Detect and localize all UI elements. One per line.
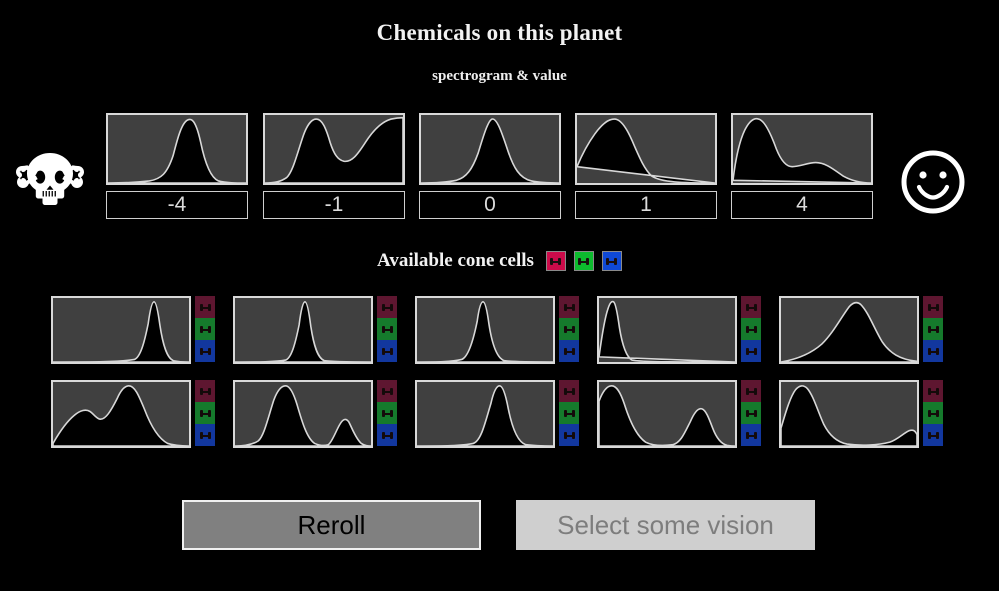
blue-toggle[interactable]: [923, 340, 943, 362]
chemical-cell: -4: [106, 113, 248, 219]
chemical-value: 0: [419, 191, 561, 219]
blue-toggle[interactable]: [559, 340, 579, 362]
chemical-spectrogram: [419, 113, 561, 185]
cone-cell[interactable]: [597, 380, 761, 448]
page-title: Chemicals on this planet: [376, 20, 623, 45]
reroll-button[interactable]: Reroll: [182, 500, 481, 550]
cone-cell[interactable]: [51, 380, 215, 448]
cone-cell-rgb-toggles: [923, 380, 943, 448]
cone-cell-rgb-toggles: [559, 380, 579, 448]
cone-cell[interactable]: [51, 296, 215, 364]
chemical-value: 4: [731, 191, 873, 219]
page-subtitle: spectrogram & value: [432, 68, 567, 84]
green-toggle[interactable]: [377, 318, 397, 340]
red-toggle[interactable]: [741, 380, 761, 402]
select-some-vision-button[interactable]: Select some vision: [516, 500, 815, 550]
cone-cell-spectrogram[interactable]: [779, 380, 919, 448]
green-toggle[interactable]: [923, 402, 943, 424]
cone-cell-spectrogram[interactable]: [233, 296, 373, 364]
cone-cell[interactable]: [415, 296, 579, 364]
green-toggle[interactable]: [559, 402, 579, 424]
green-toggle[interactable]: [559, 318, 579, 340]
chemical-cell: -1: [263, 113, 405, 219]
cone-cell-rgb-toggles: [377, 296, 397, 364]
cone-cell-spectrogram[interactable]: [597, 380, 737, 448]
cone-cell-spectrogram[interactable]: [415, 296, 555, 364]
cone-cell[interactable]: [779, 380, 943, 448]
cone-cells-grid: [0, 296, 999, 466]
red-toggle[interactable]: [559, 296, 579, 318]
cone-cell-rgb-toggles: [559, 296, 579, 364]
green-toggle[interactable]: [741, 402, 761, 424]
cone-cell[interactable]: [233, 380, 397, 448]
cone-cell-rgb-toggles: [195, 296, 215, 364]
chemical-value: 1: [575, 191, 717, 219]
chemical-cell: 4: [731, 113, 873, 219]
red-cone-chip: [545, 251, 566, 271]
app-root: Chemicals on this planet spectrogram & v…: [0, 0, 999, 591]
red-toggle[interactable]: [741, 296, 761, 318]
cone-cell-rgb-toggles: [377, 380, 397, 448]
blue-toggle[interactable]: [195, 424, 215, 446]
green-toggle[interactable]: [377, 402, 397, 424]
blue-toggle[interactable]: [377, 424, 397, 446]
chemical-value: -1: [263, 191, 405, 219]
cone-cell-spectrogram[interactable]: [51, 380, 191, 448]
chemicals-row: -4 -1 0 1 4: [0, 113, 999, 219]
action-button-row: Reroll Select some vision: [0, 500, 999, 552]
blue-toggle[interactable]: [741, 424, 761, 446]
blue-toggle[interactable]: [923, 424, 943, 446]
blue-cone-chip: [601, 251, 622, 271]
chemical-spectrogram: [575, 113, 717, 185]
red-toggle[interactable]: [923, 380, 943, 402]
cone-cell-rgb-toggles: [923, 296, 943, 364]
green-toggle[interactable]: [195, 318, 215, 340]
cone-cell-rgb-toggles: [195, 380, 215, 448]
blue-toggle[interactable]: [741, 340, 761, 362]
blue-toggle[interactable]: [195, 340, 215, 362]
green-toggle[interactable]: [195, 402, 215, 424]
cone-cell-spectrogram[interactable]: [597, 296, 737, 364]
green-cone-chip: [573, 251, 594, 271]
cone-cell-spectrogram[interactable]: [51, 296, 191, 364]
red-toggle[interactable]: [377, 296, 397, 318]
chemical-spectrogram: [263, 113, 405, 185]
cone-cell-rgb-toggles: [741, 380, 761, 448]
cone-cell[interactable]: [415, 380, 579, 448]
cone-cell-legend-chips: [545, 251, 622, 271]
chemical-value: -4: [106, 191, 248, 219]
cone-cell-spectrogram[interactable]: [233, 380, 373, 448]
green-toggle[interactable]: [923, 318, 943, 340]
red-toggle[interactable]: [195, 296, 215, 318]
red-toggle[interactable]: [923, 296, 943, 318]
red-toggle[interactable]: [559, 380, 579, 402]
cone-cells-header-label: Available cone cells: [377, 250, 534, 271]
chemical-spectrogram: [731, 113, 873, 185]
cone-cell[interactable]: [779, 296, 943, 364]
chemical-cell: 1: [575, 113, 717, 219]
blue-toggle[interactable]: [559, 424, 579, 446]
cone-cell[interactable]: [597, 296, 761, 364]
red-toggle[interactable]: [195, 380, 215, 402]
chemical-spectrogram: [106, 113, 248, 185]
cone-cells-header: Available cone cells: [0, 250, 999, 272]
cone-cell-rgb-toggles: [741, 296, 761, 364]
chemical-cell: 0: [419, 113, 561, 219]
red-toggle[interactable]: [377, 380, 397, 402]
blue-toggle[interactable]: [377, 340, 397, 362]
cone-cell-spectrogram[interactable]: [415, 380, 555, 448]
cone-cell[interactable]: [233, 296, 397, 364]
green-toggle[interactable]: [741, 318, 761, 340]
cone-cell-spectrogram[interactable]: [779, 296, 919, 364]
